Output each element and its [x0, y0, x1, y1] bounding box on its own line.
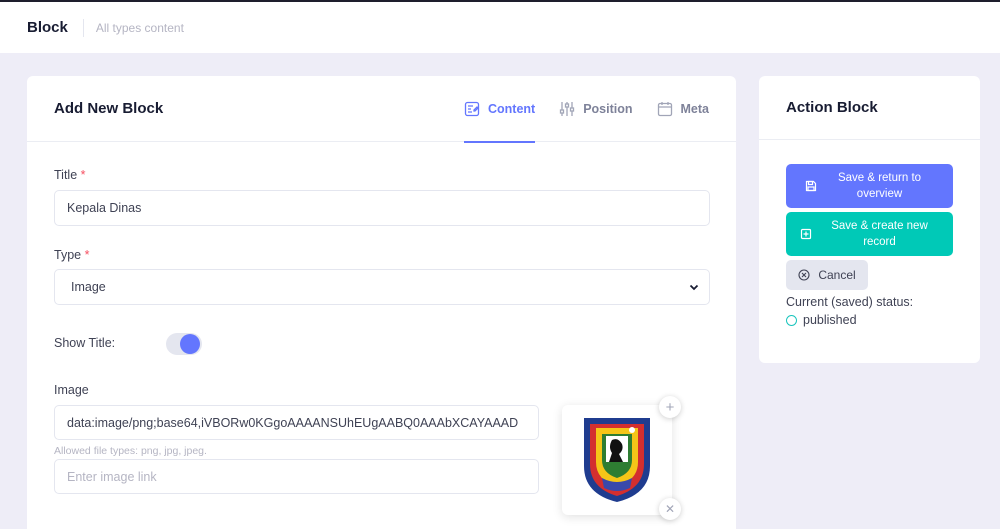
tab-position-label: Position [583, 102, 633, 116]
tab-bar: Content Position Meta [440, 76, 709, 143]
chevron-down-icon [689, 284, 699, 291]
add-image-button[interactable]: + [659, 396, 681, 418]
required-mark: * [80, 168, 86, 182]
type-label-text: Type [54, 248, 82, 262]
tab-meta-label: Meta [680, 102, 709, 116]
emblem-image [584, 418, 650, 502]
image-link-input[interactable]: Enter image link [54, 459, 539, 494]
save-icon [805, 180, 816, 192]
toggle-knob [180, 334, 200, 354]
save-return-label: Save & return to overview [837, 172, 922, 200]
top-bar: Block All types content [0, 0, 1000, 53]
show-title-toggle[interactable] [166, 333, 202, 355]
header-divider [82, 18, 84, 37]
image-preview [562, 405, 672, 515]
image-data-input[interactable]: data:image/png;base64,iVBORw0KGgoAAAANSU… [54, 405, 539, 440]
page-title: Block [27, 19, 68, 36]
card-title: Add New Block [54, 100, 164, 117]
tab-content-label: Content [487, 102, 536, 116]
tab-content[interactable]: Content [463, 76, 536, 143]
save-create-button[interactable]: Save & create new record [786, 212, 953, 256]
type-select[interactable]: Image [54, 269, 710, 305]
status-value-text: published [803, 313, 857, 327]
add-block-card: Add New Block Content Position Meta Titl… [27, 76, 736, 529]
cancel-label: Cancel [818, 268, 856, 282]
status-value: published [786, 313, 857, 327]
status-label: Current (saved) status: [786, 295, 914, 309]
action-card: Action Block Save & return to overview S… [759, 76, 980, 363]
status-dot-icon [786, 314, 797, 326]
save-create-label: Save & create new record [831, 220, 928, 248]
save-return-button[interactable]: Save & return to overview [786, 164, 953, 208]
show-title-label: Show Title: [54, 336, 116, 350]
remove-image-button[interactable]: ✕ [659, 498, 681, 520]
content-icon [464, 101, 480, 117]
required-mark: * [84, 248, 90, 262]
action-card-title: Action Block [786, 99, 878, 116]
card-header: Add New Block Content Position Meta [27, 76, 736, 143]
title-input[interactable]: Kepala Dinas [54, 190, 710, 226]
tab-meta[interactable]: Meta [657, 76, 709, 142]
title-label-text: Title [54, 168, 78, 182]
action-card-header: Action Block [759, 76, 980, 140]
cancel-button[interactable]: Cancel [786, 260, 868, 290]
type-select-value: Image [71, 280, 106, 294]
type-label: Type * [54, 248, 89, 262]
image-label: Image [54, 383, 89, 397]
tab-position[interactable]: Position [559, 76, 633, 142]
calendar-icon [657, 102, 672, 117]
page-subtitle: All types content [95, 20, 184, 35]
close-circle-icon [798, 269, 810, 281]
title-label: Title * [54, 168, 86, 182]
file-type-hint: Allowed file types: png, jpg, jpeg. [54, 445, 207, 457]
plus-square-icon [800, 228, 811, 240]
sliders-icon [560, 102, 575, 116]
